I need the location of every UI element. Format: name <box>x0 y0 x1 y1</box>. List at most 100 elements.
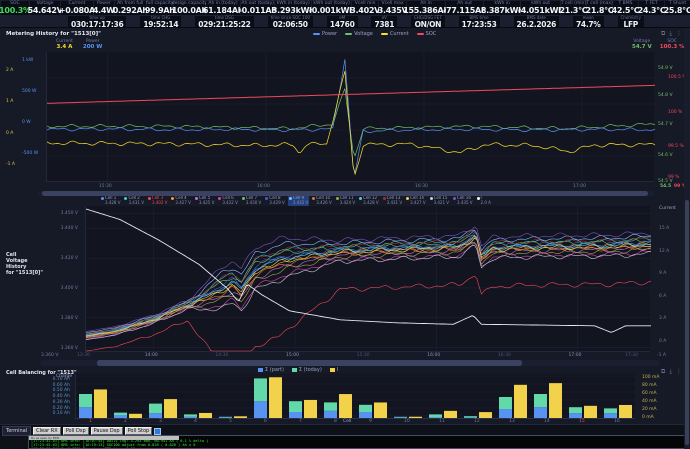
status-bar: SOC100.3%Voltage54.642VCurrent+0.080APow… <box>0 0 690 28</box>
cell-legend-item-10[interactable]: Cell 103.426 V <box>311 196 332 206</box>
bar-current-cell-7 <box>304 400 317 418</box>
bar-today-cell-3 <box>149 404 162 414</box>
legend-item-current[interactable]: I2.0 A <box>476 196 492 206</box>
cell-voltage-chart-canvas[interactable] <box>85 206 650 352</box>
legend-item-i[interactable]: I <box>330 367 338 373</box>
series-soc <box>47 85 655 103</box>
axis-tick: 0.60 Ah <box>53 383 70 388</box>
legend-item-part[interactable]: Σ (part) <box>258 367 284 373</box>
cell-balancing-left-axis: 0.70 Ah0.60 Ah0.50 Ah0.40 Ah0.30 Ah0.20 … <box>38 379 72 419</box>
bar-current-cell-3 <box>164 399 177 418</box>
axis-tick: 54.8 V <box>658 93 673 98</box>
legend-swatch <box>171 197 174 200</box>
legend-swatch <box>330 368 335 372</box>
axis-tick: -1 A <box>6 162 15 167</box>
status-value: 100.0Ah <box>172 6 207 15</box>
axis-end-voltage: 54.5 <box>660 184 671 189</box>
copy-icon[interactable]: ⧉ <box>661 30 665 37</box>
cell-legend-item-12[interactable]: Cell 123.428 V <box>358 196 379 206</box>
cell-legend-item-4[interactable]: Cell 43.427 V <box>170 196 191 206</box>
status-field-power: Power4.4W <box>94 1 114 15</box>
legend-swatch <box>289 197 292 200</box>
legend-item-voltage[interactable]: Voltage <box>345 31 373 37</box>
metering-chart-canvas[interactable] <box>46 52 654 182</box>
bar-today-cell-13 <box>499 397 512 409</box>
axis-tick: 3 A <box>659 316 666 321</box>
vertical-scrollbar[interactable] <box>684 28 690 449</box>
terminal-button-pause-dsp[interactable]: Pause Dsp <box>91 427 123 435</box>
status-field-time-chg: time CHG19:52:14 <box>140 16 181 27</box>
cell-voltage-value: 3.427 V <box>410 201 425 206</box>
axis-tick: 0.20 Ah <box>53 406 70 411</box>
cell-legend-item-2[interactable]: Cell 23.431 V <box>123 196 144 206</box>
terminal-button-poll-dsp[interactable]: Poll Dsp <box>63 427 89 435</box>
bar-part-cell-6 <box>254 401 267 418</box>
axis-tick: 20 mA <box>642 407 657 412</box>
status-value: 54.642V <box>28 6 63 15</box>
cell-voltage-left-axis: 3.450 V3.440 V3.420 V3.400 V3.380 V3.360… <box>50 206 80 352</box>
cell-legend-item-6[interactable]: Cell 63.422 V <box>217 196 238 206</box>
status-row-primary: SOC100.3%Voltage54.642VCurrent+0.080APow… <box>0 0 690 15</box>
terminal-button-poll-stop[interactable]: Poll Stop <box>125 427 153 435</box>
bar-today-cell-14 <box>534 394 547 407</box>
axis-tick: 80 mA <box>642 383 657 388</box>
status-value: +0.080A <box>59 6 95 15</box>
axis-tick: 0.50 Ah <box>53 388 70 393</box>
bar-current-cell-1 <box>94 389 107 418</box>
bar-part-cell-2 <box>114 415 127 418</box>
axis-tick: 40 mA <box>642 399 657 404</box>
metering-history-panel: Metering History for "1513[0]" PowerVolt… <box>0 28 690 196</box>
terminal-tab[interactable]: Terminal <box>2 426 31 436</box>
cell-legend-item-11[interactable]: Cell 113.424 V <box>335 196 356 206</box>
legend-item-current[interactable]: Current <box>381 31 409 37</box>
cell-voltage-value: 3.427 V <box>175 201 190 206</box>
cell-legend-item-13[interactable]: Cell 133.431 V <box>382 196 403 206</box>
legend-swatch <box>265 197 268 200</box>
legend-item-today[interactable]: Σ (today) <box>292 367 322 373</box>
cell-legend-item-15[interactable]: Cell 153.421 V <box>429 196 450 206</box>
legend-label: Current <box>390 31 409 37</box>
legend-swatch <box>124 197 127 200</box>
status-field-ah-in: Ah in155.386Ah <box>407 1 445 15</box>
legend-item-power[interactable]: Power <box>313 31 337 37</box>
vertical-scrollbar-thumb[interactable] <box>685 200 689 445</box>
bar-part-cell-15 <box>569 413 582 418</box>
status-value: 25.8°C <box>664 6 690 15</box>
bar-today-cell-7 <box>289 401 302 412</box>
legend-swatch <box>195 197 198 200</box>
cell-legend-item-16[interactable]: Cell 163.435 V <box>452 196 473 206</box>
axis-end-current: -1 A <box>657 353 666 358</box>
terminal-checkbox[interactable] <box>154 428 161 435</box>
axis-tick: 60 mA <box>642 391 657 396</box>
axis-tick: 9 A <box>659 271 666 276</box>
series-current <box>47 71 655 174</box>
cell-legend-item-14[interactable]: Cell 143.427 V <box>405 196 426 206</box>
legend-swatch <box>258 368 263 372</box>
bar-today-cell-6 <box>254 378 267 401</box>
cell-balancing-chart-canvas[interactable] <box>75 374 635 419</box>
bar-today-cell-1 <box>79 394 92 407</box>
cell-voltage-value: 3.433 V <box>293 201 308 206</box>
save-icon[interactable]: ⤓ <box>669 30 672 37</box>
metering-chart-actions: ⧉ ⤓ ⋮ <box>661 30 682 37</box>
bar-part-cell-10 <box>394 417 407 418</box>
cell-voltage-value: 3.430 V <box>246 201 261 206</box>
status-field-em: eM14760 <box>327 16 358 27</box>
legend-item-soc[interactable]: SOC <box>417 31 437 37</box>
legend-swatch <box>218 197 221 200</box>
cell-legend-item-1[interactable]: Cell 13.428 V <box>100 196 121 206</box>
cell-voltage-title-line: for "1513[0]" <box>6 270 43 276</box>
cell-legend-item-7[interactable]: Cell 73.430 V <box>241 196 262 206</box>
cell-legend-item-8[interactable]: Cell 83.429 V <box>264 196 285 206</box>
terminal-button-clear-rx[interactable]: Clear RX <box>33 427 61 435</box>
axis-tick: 0.10 Ah <box>53 411 70 416</box>
bar-today-cell-12 <box>464 416 477 417</box>
status-value: 3.402V <box>350 6 380 15</box>
menu-icon[interactable]: ⋮ <box>676 30 682 37</box>
cell-legend-item-3[interactable]: Cell 33.402 V <box>147 196 168 206</box>
cell-legend-item-9[interactable]: Cell 93.433 V <box>288 196 309 206</box>
axis-tick: 54.6 V <box>658 153 673 158</box>
terminal-console[interactable]: Rx as seen by BMS [17:23:41.03] BMS info… <box>28 435 686 449</box>
status-field-full-capacity: full capacity99.9Ah <box>147 1 174 15</box>
cell-legend-item-5[interactable]: Cell 53.425 V <box>194 196 215 206</box>
